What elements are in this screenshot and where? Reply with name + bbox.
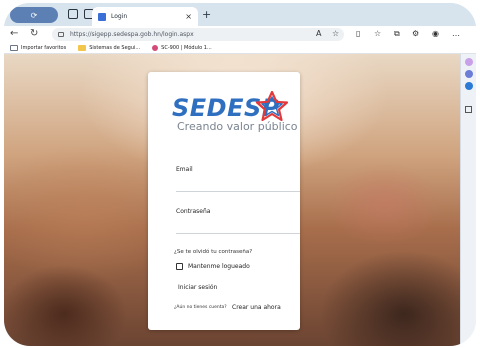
collections-icon[interactable]: ⧉ [394, 29, 400, 39]
workspaces-icon[interactable] [68, 9, 78, 19]
remember-me-label: Mantenme logueado [188, 263, 250, 270]
password-field[interactable] [176, 233, 300, 234]
browser-window: ⟳ Login × + ← ↻ https://sigepp.sedespa.g… [4, 3, 476, 346]
page-viewport: SEDESP Creando valor público Email Contr… [4, 54, 460, 346]
remember-me-checkbox[interactable] [176, 263, 183, 270]
no-account-text: ¿Aún no tienes cuenta? [174, 305, 227, 310]
module-icon [152, 45, 159, 51]
search-icon[interactable] [465, 58, 473, 66]
add-sidebar-app-icon[interactable] [465, 106, 472, 113]
tab-title: Login [111, 13, 128, 20]
tab-login[interactable]: Login × [92, 7, 198, 26]
copilot-icon[interactable] [465, 70, 473, 78]
favorite-item-import[interactable]: Importar favoritos [10, 45, 66, 51]
email-field[interactable] [176, 191, 300, 192]
favorites-bar: Importar favoritos Sistemas de Segui... … [4, 43, 476, 54]
outlook-icon[interactable] [465, 82, 473, 90]
split-screen-icon[interactable]: ▯ [356, 29, 360, 38]
folder-icon [78, 45, 87, 51]
extensions-icon[interactable]: ⚙ [412, 29, 419, 38]
new-tab-button[interactable]: + [202, 8, 211, 21]
password-label: Contraseña [176, 208, 211, 215]
favorite-label: SC-900 | Módulo 1... [161, 45, 212, 51]
create-account-link[interactable]: Crear una ahora [232, 304, 281, 311]
refresh-icon[interactable]: ↻ [30, 28, 38, 39]
profile-button[interactable]: ⟳ [10, 7, 58, 23]
browser-essentials-icon[interactable]: ◉ [432, 29, 439, 38]
favorite-item-sc900[interactable]: SC-900 | Módulo 1... [152, 45, 212, 51]
read-aloud-icon[interactable]: A [316, 29, 321, 38]
edge-sidebar [460, 54, 476, 346]
address-bar: ← ↻ https://sigepp.sedespa.gob.hn/login.… [4, 26, 476, 43]
back-icon[interactable]: ← [10, 28, 18, 39]
url-text: https://sigepp.sedespa.gob.hn/login.aspx [70, 31, 194, 38]
favorites-icon[interactable]: ☆ [374, 29, 381, 38]
tab-strip: ⟳ Login × + [4, 3, 476, 26]
sedesp-logo: SEDESP Creando valor público [170, 91, 300, 136]
email-label: Email [176, 166, 193, 173]
star-icon [255, 91, 289, 121]
more-menu-icon[interactable]: … [452, 29, 460, 38]
favorite-star-icon[interactable]: ☆ [332, 29, 339, 38]
favorite-label: Importar favoritos [21, 45, 67, 51]
import-icon [10, 45, 18, 51]
favorite-label: Sistemas de Segui... [89, 45, 141, 51]
login-card: SEDESP Creando valor público Email Contr… [148, 72, 300, 330]
brand-tagline: Creando valor público [177, 120, 298, 133]
login-button[interactable]: Iniciar sesión [178, 284, 217, 291]
lock-icon [58, 32, 64, 37]
favorite-item-sistemas[interactable]: Sistemas de Segui... [78, 45, 140, 51]
site-favicon-icon [98, 12, 106, 21]
url-field[interactable]: https://sigepp.sedespa.gob.hn/login.aspx [52, 28, 344, 41]
tab-close-icon[interactable]: × [185, 12, 192, 21]
forgot-password-link[interactable]: ¿Se te olvidó tu contraseña? [174, 249, 252, 255]
